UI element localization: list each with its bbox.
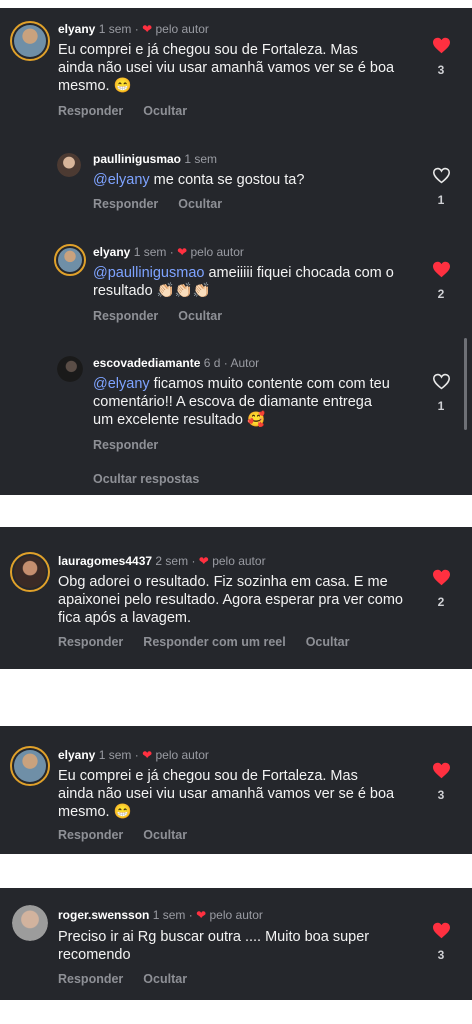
hide-button[interactable]: Ocultar [143, 828, 187, 842]
mention-link[interactable]: @paullinigusmao [93, 265, 204, 281]
like-control: 2 [426, 261, 456, 301]
reply-text: @paullinigusmao ameiiiii fiquei chocada … [93, 265, 394, 299]
author-tag: Autor [230, 356, 260, 370]
author-heart-icon: ❤ [198, 554, 209, 568]
comment-time: 1 sem [98, 748, 132, 762]
username[interactable]: elyany [93, 245, 130, 259]
comment-time: 1 sem [184, 152, 218, 166]
like-count: 1 [437, 399, 445, 413]
author-heart-icon: ❤ [142, 22, 153, 36]
comment-header: lauragomes4437 2 sem · ❤ pelo autor [58, 554, 266, 568]
reply-header: elyany 1 sem · ❤ pelo autor [93, 245, 244, 259]
author-heart-icon: ❤ [196, 908, 207, 922]
username[interactable]: escovadediamante [93, 356, 200, 370]
liked-by-author-label: pelo autor [155, 22, 209, 36]
mention-link[interactable]: @elyany [93, 172, 150, 188]
like-count: 3 [437, 788, 445, 802]
like-count: 1 [437, 193, 445, 207]
like-count: 3 [437, 63, 445, 77]
reply-actions: Responder Ocultar [93, 309, 242, 323]
heart-filled-icon[interactable] [432, 569, 451, 586]
author-heart-icon: ❤ [142, 748, 153, 762]
reply-button[interactable]: Responder [93, 438, 158, 452]
reply-button[interactable]: Responder [58, 104, 123, 118]
hide-button[interactable]: Ocultar [143, 972, 187, 986]
comment-actions: Responder Ocultar [58, 104, 207, 118]
hide-button[interactable]: Ocultar [178, 197, 222, 211]
reply-button[interactable]: Responder [58, 828, 123, 842]
hide-replies-button[interactable]: Ocultar respostas [93, 472, 199, 486]
heart-filled-icon[interactable] [432, 37, 451, 54]
like-control: 1 [426, 167, 456, 207]
reply-button[interactable]: Responder [93, 197, 158, 211]
comment-header: elyany 1 sem · ❤ pelo autor [58, 22, 209, 36]
like-count: 2 [437, 595, 445, 609]
username[interactable]: paullinigusmao [93, 152, 181, 166]
comment-text: Eu comprei e já chegou sou de Fortaleza.… [58, 42, 395, 94]
comment-time: 1 sem [133, 245, 167, 259]
reply-with-reel-button[interactable]: Responder com um reel [143, 635, 285, 649]
comment-actions: Responder Ocultar [58, 972, 207, 986]
comment-actions: Responder Responder com um reel Ocultar [58, 635, 369, 649]
reply-button[interactable]: Responder [58, 635, 123, 649]
comment-card-4: roger.swensson 1 sem · ❤ pelo autor Prec… [0, 888, 472, 1000]
hide-button[interactable]: Ocultar [143, 104, 187, 118]
reply-text: @elyany me conta se gostou ta? [93, 172, 305, 188]
like-control: 3 [426, 37, 456, 77]
heart-filled-icon[interactable] [432, 922, 451, 939]
comment-header: elyany 1 sem · ❤ pelo autor [58, 748, 209, 762]
like-control: 1 [426, 373, 456, 413]
comment-actions: Responder Ocultar [58, 828, 207, 842]
comment-text: Preciso ir ai Rg buscar outra .... Muito… [58, 929, 370, 963]
comment-header: roger.swensson 1 sem · ❤ pelo autor [58, 908, 263, 922]
hide-button[interactable]: Ocultar [178, 309, 222, 323]
username[interactable]: elyany [58, 22, 95, 36]
username[interactable]: elyany [58, 748, 95, 762]
mention-link[interactable]: @elyany [93, 376, 150, 392]
liked-by-author-label: pelo autor [209, 908, 263, 922]
comment-thread-card-1: elyany 1 sem · ❤ pelo autor Eu comprei e… [0, 8, 472, 495]
avatar[interactable] [12, 905, 48, 941]
scrollbar[interactable] [464, 338, 467, 430]
comment-time: 1 sem [98, 22, 132, 36]
heart-outline-icon[interactable] [432, 167, 451, 184]
liked-by-author-label: pelo autor [190, 245, 244, 259]
reply-button[interactable]: Responder [58, 972, 123, 986]
liked-by-author-label: pelo autor [212, 554, 266, 568]
avatar[interactable] [54, 244, 86, 276]
heart-filled-icon[interactable] [432, 261, 451, 278]
username[interactable]: roger.swensson [58, 908, 149, 922]
avatar[interactable] [57, 356, 83, 382]
avatar[interactable] [10, 21, 50, 61]
reply-header: paullinigusmao 1 sem [93, 152, 217, 166]
comment-text: Obg adorei o resultado. Fiz sozinha em c… [58, 574, 403, 626]
comment-card-3: elyany 1 sem · ❤ pelo autor Eu comprei e… [0, 726, 472, 854]
reply-actions: Responder [93, 438, 178, 452]
reply-actions: Responder Ocultar [93, 197, 242, 211]
avatar[interactable] [57, 153, 81, 177]
liked-by-author-label: pelo autor [155, 748, 209, 762]
comment-time: 1 sem [152, 908, 186, 922]
hide-button[interactable]: Ocultar [306, 635, 350, 649]
username[interactable]: lauragomes4437 [58, 554, 152, 568]
comment-time: 6 d [203, 356, 221, 370]
avatar[interactable] [10, 746, 50, 786]
comment-time: 2 sem [155, 554, 189, 568]
like-control: 3 [426, 922, 456, 962]
reply-button[interactable]: Responder [93, 309, 158, 323]
like-count: 2 [437, 287, 445, 301]
author-heart-icon: ❤ [177, 245, 188, 259]
comment-card-2: lauragomes4437 2 sem · ❤ pelo autor Obg … [0, 527, 472, 669]
avatar[interactable] [10, 552, 50, 592]
comment-text: Eu comprei e já chegou sou de Fortaleza.… [58, 768, 395, 820]
heart-outline-icon[interactable] [432, 373, 451, 390]
separator-dot: · [134, 22, 139, 36]
heart-filled-icon[interactable] [432, 762, 451, 779]
like-count: 3 [437, 948, 445, 962]
reply-text: @elyany ficamos muito contente com com t… [93, 376, 390, 428]
like-control: 3 [426, 762, 456, 802]
like-control: 2 [426, 569, 456, 609]
reply-header: escovadediamante 6 d · Autor [93, 356, 260, 370]
